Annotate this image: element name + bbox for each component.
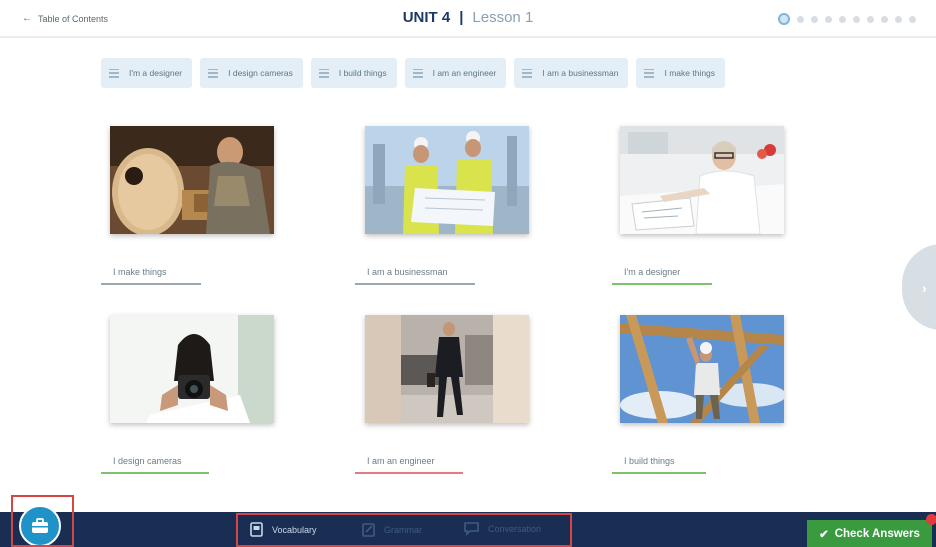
answer-underline: [355, 283, 475, 285]
title-separator: |: [459, 9, 464, 26]
progress-dot[interactable]: [797, 15, 804, 23]
answer-slot-5[interactable]: I am an engineer: [355, 456, 463, 474]
tab-vocabulary[interactable]: Vocabulary: [250, 522, 317, 537]
answer-underline: [612, 283, 712, 285]
chat-bubble-icon: [464, 522, 479, 536]
card-image-5: [365, 315, 529, 423]
answer-slot-6[interactable]: I build things: [612, 456, 706, 474]
tab-conversation[interactable]: Conversation: [464, 522, 541, 536]
card-image-6: [620, 315, 784, 423]
drag-handle-icon: [208, 68, 219, 78]
top-header: ← Table of Contents UNIT 4 | Lesson 1: [0, 0, 936, 38]
check-answers-label: Check Answers: [834, 527, 920, 540]
progress-dot-current[interactable]: [778, 13, 790, 25]
answer-text-3: I'm a designer: [624, 267, 681, 277]
drag-handle-icon: [318, 68, 329, 78]
drag-handle-icon: [109, 68, 119, 78]
drag-handle-icon: [522, 68, 533, 78]
answer-slot-3[interactable]: I'm a designer: [612, 267, 712, 285]
tab-conversation-label: Conversation: [488, 524, 542, 534]
checkmark-icon: ✔: [819, 528, 829, 541]
briefcase-icon: [32, 518, 48, 533]
progress-dot[interactable]: [853, 15, 860, 23]
progress-dot[interactable]: [867, 15, 874, 23]
word-chip-label: I'm a designer: [129, 68, 183, 78]
camera-designer-photo: [110, 315, 274, 423]
answer-underline: [612, 472, 706, 474]
lesson-label: Lesson 1: [472, 9, 534, 26]
tab-grammar[interactable]: Grammar: [362, 522, 422, 537]
edit-icon: [362, 523, 375, 537]
tab-vocabulary-label: Vocabulary: [272, 524, 317, 535]
notification-badge: [926, 514, 936, 525]
answer-underline: [101, 283, 201, 285]
progress-dot[interactable]: [839, 15, 846, 23]
businessman-walking-photo: [365, 315, 529, 423]
designer-woman-photo: [620, 126, 784, 234]
progress-dot[interactable]: [811, 15, 818, 23]
next-page-button[interactable]: ›: [902, 244, 936, 330]
book-icon: [250, 522, 263, 537]
card-image-4: [110, 315, 274, 423]
answer-underline: [101, 472, 209, 474]
word-chip-label: I design cameras: [228, 68, 293, 78]
card-image-1: [110, 126, 274, 234]
word-chip[interactable]: I design cameras: [200, 58, 303, 88]
progress-dots: [778, 13, 916, 25]
answer-text-1: I make things: [113, 267, 167, 277]
chevron-right-icon: ›: [922, 280, 927, 296]
word-chip-label: I am an engineer: [432, 68, 497, 78]
drag-handle-icon: [644, 68, 655, 78]
answer-slot-1[interactable]: I make things: [101, 267, 201, 285]
answer-slot-2[interactable]: I am a businessman: [355, 267, 475, 285]
answer-text-2: I am a businessman: [367, 267, 448, 277]
guitar-maker-photo: [110, 126, 274, 234]
progress-dot[interactable]: [881, 15, 888, 23]
answer-text-4: I design cameras: [113, 456, 182, 466]
word-chip-label: I build things: [338, 68, 387, 78]
tab-grammar-label: Grammar: [384, 524, 422, 535]
progress-dot[interactable]: [825, 15, 832, 23]
answer-text-5: I am an engineer: [367, 456, 435, 466]
progress-dot[interactable]: [895, 15, 902, 23]
card-image-3: [620, 126, 784, 234]
word-chip-label: I make things: [664, 68, 716, 78]
builder-on-frame-photo: [620, 315, 784, 423]
word-chip[interactable]: I am an engineer: [404, 58, 507, 88]
word-chip[interactable]: I am a businessman: [514, 58, 629, 88]
word-chip-label: I am a businessman: [542, 68, 619, 78]
word-chip[interactable]: I make things: [636, 58, 726, 88]
answer-text-6: I build things: [624, 456, 675, 466]
word-bank: I'm a designer I design cameras I build th…: [101, 58, 726, 88]
word-chip[interactable]: I'm a designer: [101, 58, 193, 88]
progress-dot[interactable]: [909, 15, 916, 23]
drag-handle-icon: [412, 68, 423, 78]
card-image-2: [365, 126, 529, 234]
unit-label: UNIT 4: [402, 9, 451, 26]
construction-workers-photo: [365, 126, 529, 234]
answer-underline: [355, 472, 463, 474]
word-chip[interactable]: I build things: [310, 58, 397, 88]
check-answers-button[interactable]: ✔ Check Answers: [807, 520, 932, 547]
answer-slot-4[interactable]: I design cameras: [101, 456, 209, 474]
toolbox-button[interactable]: [19, 505, 61, 547]
